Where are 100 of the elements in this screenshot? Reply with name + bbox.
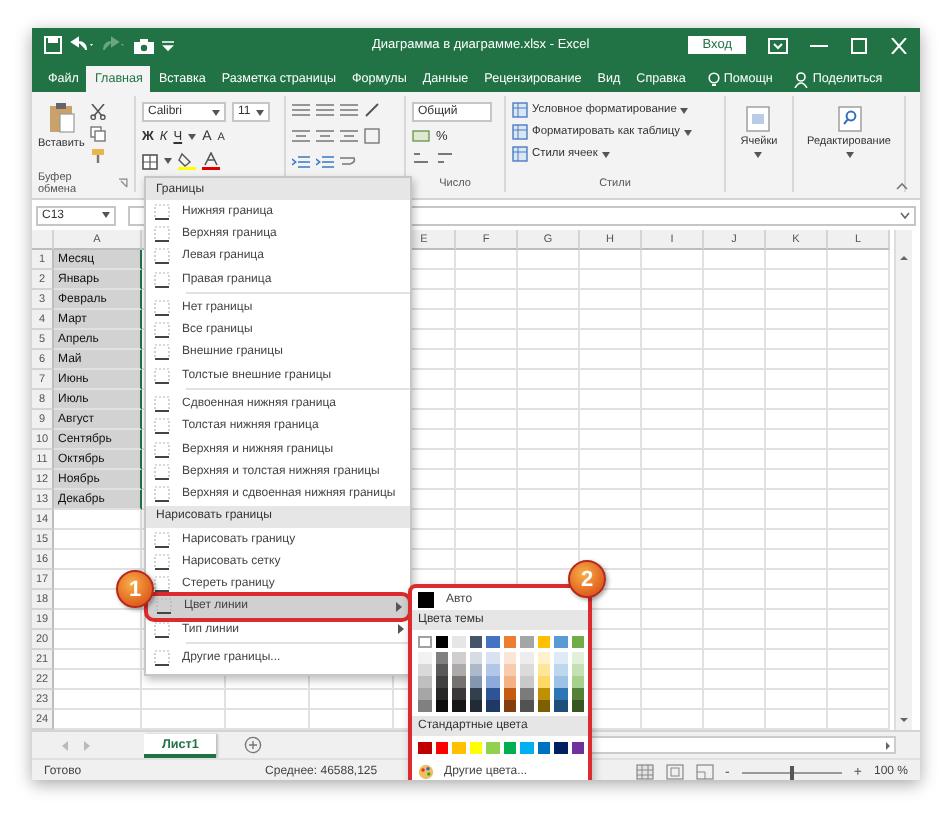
page-layout-icon[interactable] <box>665 764 684 780</box>
color-swatch[interactable] <box>486 676 499 688</box>
color-swatch[interactable] <box>469 688 482 700</box>
zoom-slider-thumb[interactable] <box>789 765 794 779</box>
color-swatch[interactable] <box>520 664 533 676</box>
color-swatch[interactable] <box>486 664 499 676</box>
caret-icon[interactable] <box>188 134 197 140</box>
color-swatch[interactable] <box>418 742 431 754</box>
decrease-decimal-icon[interactable] <box>436 150 454 166</box>
color-swatch[interactable] <box>486 688 499 700</box>
color-swatch[interactable] <box>435 636 448 648</box>
color-swatch[interactable] <box>452 676 465 688</box>
color-swatch[interactable] <box>503 742 516 754</box>
color-swatch[interactable] <box>418 652 431 664</box>
scissors-icon[interactable] <box>90 104 107 120</box>
color-swatch[interactable] <box>537 676 550 688</box>
color-swatch[interactable] <box>571 652 584 664</box>
color-swatch[interactable] <box>503 636 516 648</box>
align-icon[interactable] <box>316 128 334 144</box>
indent-icon[interactable] <box>292 154 310 170</box>
wrap-text-icon[interactable] <box>340 154 356 170</box>
color-swatch[interactable] <box>554 742 567 754</box>
color-swatch[interactable] <box>503 700 516 712</box>
color-swatch[interactable] <box>486 742 499 754</box>
color-swatch[interactable] <box>571 636 584 648</box>
color-swatch[interactable] <box>435 676 448 688</box>
color-swatch[interactable] <box>520 652 533 664</box>
color-swatch[interactable] <box>520 676 533 688</box>
format-brush-icon[interactable] <box>90 148 107 164</box>
color-swatch[interactable] <box>571 664 584 676</box>
previous-sheet-icon[interactable] <box>60 739 70 751</box>
color-swatch[interactable] <box>435 742 448 754</box>
color-swatch[interactable] <box>418 676 431 688</box>
color-swatch[interactable] <box>452 636 465 648</box>
color-swatch[interactable] <box>537 700 550 712</box>
color-swatch[interactable] <box>571 742 584 754</box>
color-swatch[interactable] <box>435 652 448 664</box>
currency-icon[interactable] <box>412 128 430 144</box>
customize-caret-icon[interactable] <box>162 37 174 53</box>
fill-color-icon[interactable] <box>178 152 196 170</box>
color-swatch[interactable] <box>537 742 550 754</box>
color-swatch[interactable] <box>503 664 516 676</box>
border-icon[interactable] <box>142 153 158 169</box>
color-swatch[interactable] <box>418 636 431 648</box>
next-sheet-icon[interactable] <box>82 739 92 751</box>
color-swatch[interactable] <box>469 700 482 712</box>
align-icon[interactable] <box>340 128 358 144</box>
color-swatch[interactable] <box>452 652 465 664</box>
color-swatch[interactable] <box>503 688 516 700</box>
color-swatch[interactable] <box>452 664 465 676</box>
color-swatch[interactable] <box>435 664 448 676</box>
merge-icon[interactable] <box>364 128 380 144</box>
expand-icon[interactable] <box>900 211 910 219</box>
collapse-ribbon-icon[interactable] <box>896 182 908 190</box>
color-swatch[interactable] <box>571 700 584 712</box>
increase-decimal-icon[interactable] <box>412 150 430 166</box>
camera-icon[interactable] <box>134 37 154 53</box>
color-swatch[interactable] <box>486 636 499 648</box>
page-break-icon[interactable] <box>695 764 714 780</box>
color-swatch[interactable] <box>452 742 465 754</box>
color-swatch[interactable] <box>554 700 567 712</box>
color-swatch[interactable] <box>520 636 533 648</box>
color-swatch[interactable] <box>435 688 448 700</box>
color-swatch[interactable] <box>571 676 584 688</box>
color-swatch[interactable] <box>469 636 482 648</box>
copy-icon[interactable] <box>90 126 107 142</box>
color-swatch[interactable] <box>520 742 533 754</box>
vertical-scrollbar[interactable] <box>894 230 912 730</box>
ribbon-display-icon[interactable] <box>768 37 788 53</box>
select-all-corner[interactable] <box>32 230 54 250</box>
normal-view-icon[interactable] <box>635 764 654 780</box>
launcher-icon[interactable] <box>118 178 128 188</box>
color-swatch[interactable] <box>418 688 431 700</box>
color-swatch[interactable] <box>537 664 550 676</box>
color-swatch[interactable] <box>520 688 533 700</box>
scroll-down-icon[interactable] <box>898 714 910 726</box>
align-icon[interactable] <box>292 102 310 118</box>
color-swatch[interactable] <box>469 664 482 676</box>
color-swatch[interactable] <box>520 700 533 712</box>
scroll-up-icon[interactable] <box>898 252 910 264</box>
align-icon[interactable] <box>292 128 310 144</box>
align-icon[interactable] <box>340 102 358 118</box>
color-swatch[interactable] <box>435 700 448 712</box>
close-icon[interactable] <box>890 37 908 53</box>
add-sheet-icon[interactable] <box>244 736 263 754</box>
color-swatch[interactable] <box>469 676 482 688</box>
color-swatch[interactable] <box>571 688 584 700</box>
color-swatch[interactable] <box>486 652 499 664</box>
color-swatch[interactable] <box>452 688 465 700</box>
color-swatch[interactable] <box>469 652 482 664</box>
color-swatch[interactable] <box>554 652 567 664</box>
color-swatch[interactable] <box>537 652 550 664</box>
color-swatch[interactable] <box>554 688 567 700</box>
color-swatch[interactable] <box>554 636 567 648</box>
color-swatch[interactable] <box>418 664 431 676</box>
color-swatch[interactable] <box>469 742 482 754</box>
color-swatch[interactable] <box>418 700 431 712</box>
color-swatch[interactable] <box>554 664 567 676</box>
maximize-icon[interactable] <box>850 37 868 53</box>
color-swatch[interactable] <box>537 688 550 700</box>
